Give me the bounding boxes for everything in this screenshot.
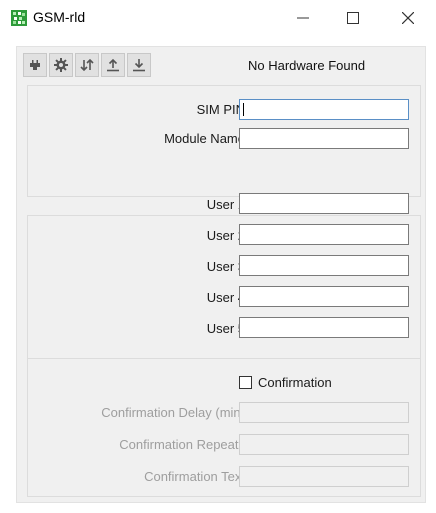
- toolbar: [23, 53, 153, 77]
- confirmation-repeats-input: [239, 434, 409, 455]
- user-5-input[interactable]: [239, 317, 409, 338]
- user-4-input[interactable]: [239, 286, 409, 307]
- user-2-input[interactable]: [239, 224, 409, 245]
- hardware-status: No Hardware Found: [248, 58, 366, 73]
- confirmation-checkbox-label: Confirmation: [258, 375, 332, 390]
- upload-icon: [107, 58, 119, 72]
- confirmation-text-label: Confirmation Text: [144, 469, 245, 484]
- download-button[interactable]: [127, 53, 151, 77]
- settings-button[interactable]: [49, 53, 73, 77]
- minimize-button[interactable]: [280, 0, 326, 36]
- download-icon: [133, 59, 145, 72]
- window-title: GSM-rld: [33, 9, 86, 25]
- sort-arrows-icon: [80, 58, 94, 72]
- module-name-input[interactable]: [239, 128, 409, 149]
- close-button[interactable]: [385, 0, 431, 36]
- upload-button[interactable]: [101, 53, 125, 77]
- client-area: No Hardware Found SIM PIN Module Name Us…: [16, 46, 426, 503]
- title-bar: GSM-rld: [0, 0, 436, 36]
- module-name-label: Module Name: [164, 131, 245, 146]
- transfer-button[interactable]: [75, 53, 99, 77]
- plug-icon: [30, 60, 40, 70]
- maximize-icon: [347, 12, 359, 24]
- user-3-input[interactable]: [239, 255, 409, 276]
- text-caret: [243, 103, 244, 116]
- confirmation-checkbox[interactable]: [239, 376, 252, 389]
- sim-pin-label: SIM PIN: [196, 102, 245, 117]
- connect-button[interactable]: [23, 53, 47, 77]
- confirmation-repeats-label: Confirmation Repeats: [119, 437, 245, 452]
- maximize-button[interactable]: [330, 0, 376, 36]
- grid-app-icon: [11, 10, 27, 26]
- minimize-icon: [297, 17, 309, 19]
- confirmation-text-input: [239, 466, 409, 487]
- close-icon: [402, 12, 414, 24]
- user-1-input[interactable]: [239, 193, 409, 214]
- gear-icon: [54, 58, 68, 72]
- confirmation-toggle[interactable]: Confirmation: [239, 375, 332, 390]
- sim-pin-input[interactable]: [239, 99, 409, 120]
- confirmation-delay-label: Confirmation Delay (min): [101, 405, 245, 420]
- confirmation-delay-input: [239, 402, 409, 423]
